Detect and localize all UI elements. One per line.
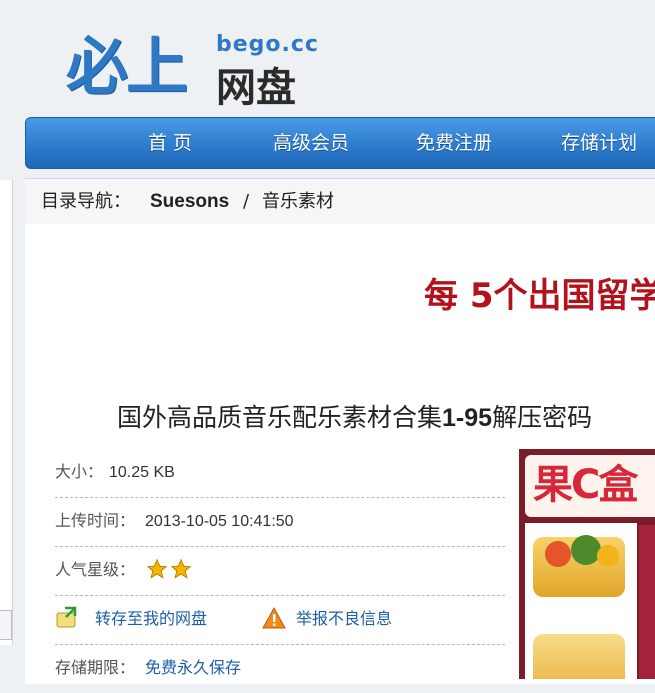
rating-label: 人气星级： <box>55 560 136 579</box>
breadcrumb-prefix: 目录导航： <box>41 191 131 212</box>
nav-register[interactable]: 免费注册 <box>416 118 492 168</box>
fruit-cup-image <box>533 634 625 679</box>
save-to-my-disk-link[interactable]: 转存至我的网盘 <box>95 608 207 630</box>
upload-time-row: 上传时间： 2013-10-05 10:41:50 <box>55 498 505 547</box>
storage-row: 存储期限： 免费永久保存 <box>55 645 505 693</box>
actions-row: 转存至我的网盘 举报不良信息 <box>55 596 505 645</box>
site-logo[interactable]: bego.cc 必上 网盘 <box>66 28 326 111</box>
main-nav: 首 页 高级会员 免费注册 存储计划 <box>25 117 655 169</box>
nav-vip[interactable]: 高级会员 <box>273 118 349 168</box>
nav-storage-plan[interactable]: 存储计划 <box>561 118 637 168</box>
logo-sub: 网盘 <box>216 65 296 111</box>
breadcrumb-folder[interactable]: 音乐素材 <box>262 191 334 213</box>
upload-time-label: 上传时间： <box>55 511 136 530</box>
breadcrumb-separator: / <box>243 191 250 212</box>
star-icon <box>170 558 192 579</box>
file-size-row: 大小： 10.25 KB <box>55 449 505 498</box>
file-title-num: 1-95 <box>442 404 493 432</box>
file-size-label: 大小： <box>55 462 104 481</box>
fruit-image <box>545 541 571 567</box>
left-panel-tab[interactable] <box>0 610 12 640</box>
file-title-post: 解压密码 <box>492 403 593 432</box>
side-ad-bar <box>639 525 655 679</box>
report-link[interactable]: 举报不良信息 <box>296 608 392 630</box>
side-ad-image[interactable]: 果C盒 <box>519 449 655 679</box>
logo-mark: 必上 <box>66 30 188 103</box>
file-title: 国外高品质音乐配乐素材合集1-95解压密码 <box>117 400 592 436</box>
side-ad-brand: 果C盒 <box>525 455 655 517</box>
file-size-value: 10.25 KB <box>109 464 175 481</box>
storage-value-link[interactable]: 免费永久保存 <box>145 657 241 679</box>
logo-domain: bego.cc <box>216 32 319 57</box>
fruit-image <box>597 545 619 567</box>
ad-banner-text[interactable]: 每 5个出国留学 <box>424 273 655 319</box>
breadcrumb-user[interactable]: Suesons <box>150 191 229 213</box>
storage-label: 存储期限： <box>55 658 136 677</box>
upload-time-value: 2013-10-05 10:41:50 <box>145 513 294 530</box>
nav-home[interactable]: 首 页 <box>148 118 192 168</box>
rating-row: 人气星级： <box>55 547 505 596</box>
left-panel-edge <box>0 180 13 645</box>
star-icon <box>146 558 168 579</box>
side-ad-brand-text: 果C盒 <box>533 462 638 508</box>
save-to-disk-icon[interactable] <box>55 606 79 630</box>
warning-icon[interactable] <box>262 606 286 630</box>
breadcrumb: 目录导航： Suesons / 音乐素材 <box>25 178 655 225</box>
fruit-image <box>571 535 601 565</box>
file-title-pre: 国外高品质音乐配乐素材合集 <box>117 403 443 432</box>
